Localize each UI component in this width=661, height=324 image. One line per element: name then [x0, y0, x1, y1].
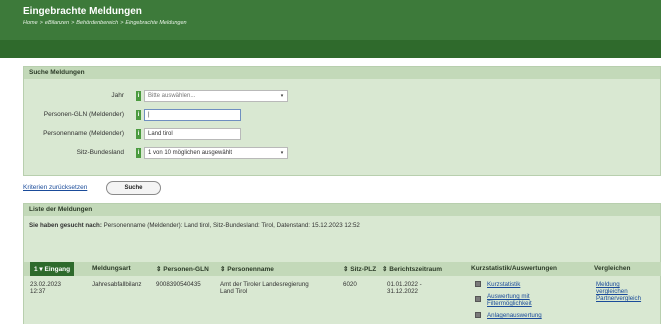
- bundesland-select-value: 1 von 10 möglichen ausgewählt: [148, 150, 233, 156]
- cell-eingang-time: 12:37: [30, 288, 46, 295]
- cell-zeitraum-line2: 31.12.2022: [387, 288, 418, 295]
- name-input-value: Land tirol: [148, 131, 173, 137]
- info-icon[interactable]: i: [136, 91, 141, 101]
- auswertung-link-line2[interactable]: Filtermöglichkeit: [487, 300, 532, 307]
- results-panel-title: Liste der Meldungen: [24, 204, 660, 216]
- breadcrumb-behoerdenbereich[interactable]: Behördenbereich: [76, 20, 118, 26]
- name-row: Personenname (Meldender) i Land tirol: [24, 128, 424, 140]
- search-panel-title: Suche Meldungen: [24, 67, 660, 79]
- name-input[interactable]: Land tirol: [144, 128, 241, 140]
- col-sitz-plz[interactable]: ⇕ Sitz-PLZ: [343, 265, 376, 273]
- breadcrumb-ebilanzen[interactable]: eBilanzen: [45, 20, 69, 26]
- bundesland-row: Sitz-Bundesland i 1 von 10 möglichen aus…: [24, 147, 424, 159]
- search-summary-prefix: Sie haben gesucht nach:: [29, 222, 102, 229]
- partnervergleich-link[interactable]: Partnervergleich: [596, 295, 641, 302]
- jahr-select[interactable]: Bitte auswählen... ▾: [144, 90, 288, 102]
- kurzstatistik-link[interactable]: Kurzstatistik: [487, 281, 520, 288]
- search-summary-text: Personenname (Meldender): Land tirol, Si…: [103, 222, 360, 229]
- bundesland-label: Sitz-Bundesland: [76, 149, 124, 156]
- table-header: 1 ▾ Eingang Meldungsart ⇕ Personen-GLN ⇕…: [24, 262, 661, 276]
- col-meldungsart: Meldungsart: [92, 265, 131, 272]
- dropdown-arrow-icon: ▾: [280, 93, 284, 99]
- bundesland-select[interactable]: 1 von 10 möglichen ausgewählt ▾: [144, 147, 288, 159]
- gln-input[interactable]: |: [144, 109, 241, 121]
- gln-label: Personen-GLN (Meldender): [43, 111, 124, 118]
- auswertung-link-line1[interactable]: Auswertung mit: [487, 293, 530, 300]
- cell-gln: 9008390540435: [156, 281, 201, 288]
- jahr-select-value: Bitte auswählen...: [148, 93, 196, 99]
- info-icon[interactable]: i: [136, 110, 141, 120]
- meldung-vergleichen-link-line1[interactable]: Meldung: [596, 281, 620, 288]
- col-vergleichen: Vergleichen: [594, 265, 631, 272]
- info-icon[interactable]: i: [136, 129, 141, 139]
- chart-icon: [475, 296, 481, 302]
- anlagenauswertung-link[interactable]: Anlagenauswertung: [487, 312, 542, 319]
- search-button[interactable]: Suche: [106, 181, 161, 195]
- jahr-label: Jahr: [111, 92, 124, 99]
- app-header: Eingebrachte Meldungen Home > eBilanzen > Be…: [0, 0, 661, 58]
- results-panel: Liste der Meldungen Sie haben gesucht na…: [23, 203, 661, 324]
- col-eingang[interactable]: 1 ▾ Eingang: [30, 262, 75, 276]
- col-berichtszeitraum[interactable]: ⇕ Berichtszeitraum: [382, 265, 442, 273]
- header-band: [0, 40, 661, 58]
- cell-zeitraum-line1: 01.01.2022 -: [387, 281, 422, 288]
- cell-meldungsart: Jahresabfallbilanz: [92, 281, 142, 288]
- cell-plz: 6020: [343, 281, 357, 288]
- page-title: Eingebrachte Meldungen: [23, 6, 142, 17]
- dropdown-arrow-icon: ▾: [280, 150, 284, 156]
- cell-name-line2: Land Tirol: [220, 288, 248, 295]
- breadcrumb: Home > eBilanzen > Behördenbereich > Eingebrac…: [23, 20, 187, 26]
- col-personenname[interactable]: ⇕ Personenname: [220, 265, 274, 273]
- col-personen-gln[interactable]: ⇕ Personen-GLN: [156, 265, 209, 273]
- search-summary: Sie haben gesucht nach: Personenname (Me…: [29, 222, 360, 229]
- gln-input-value: |: [148, 112, 150, 118]
- chart-icon: [475, 312, 481, 318]
- breadcrumb-current: Eingebrachte Meldungen: [125, 20, 187, 26]
- meldung-vergleichen-link-line2[interactable]: vergleichen: [596, 288, 628, 295]
- jahr-row: Jahr i Bitte auswählen... ▾: [24, 90, 424, 102]
- gln-row: Personen-GLN (Meldender) i |: [24, 109, 424, 121]
- info-icon[interactable]: i: [136, 148, 141, 158]
- col-kurzstatistik: Kurzstatistik/Auswertungen: [471, 265, 557, 272]
- document-icon: [475, 281, 481, 287]
- cell-name-line1: Amt der Tiroler Landesregierung: [220, 281, 309, 288]
- reset-criteria-link[interactable]: Kriterien zurücksetzen: [23, 184, 87, 191]
- cell-eingang-date: 23.02.2023: [30, 281, 61, 288]
- name-label: Personenname (Meldender): [43, 130, 124, 137]
- search-panel: Suche Meldungen Jahr i Bitte auswählen..…: [23, 66, 661, 176]
- breadcrumb-home[interactable]: Home: [23, 20, 38, 26]
